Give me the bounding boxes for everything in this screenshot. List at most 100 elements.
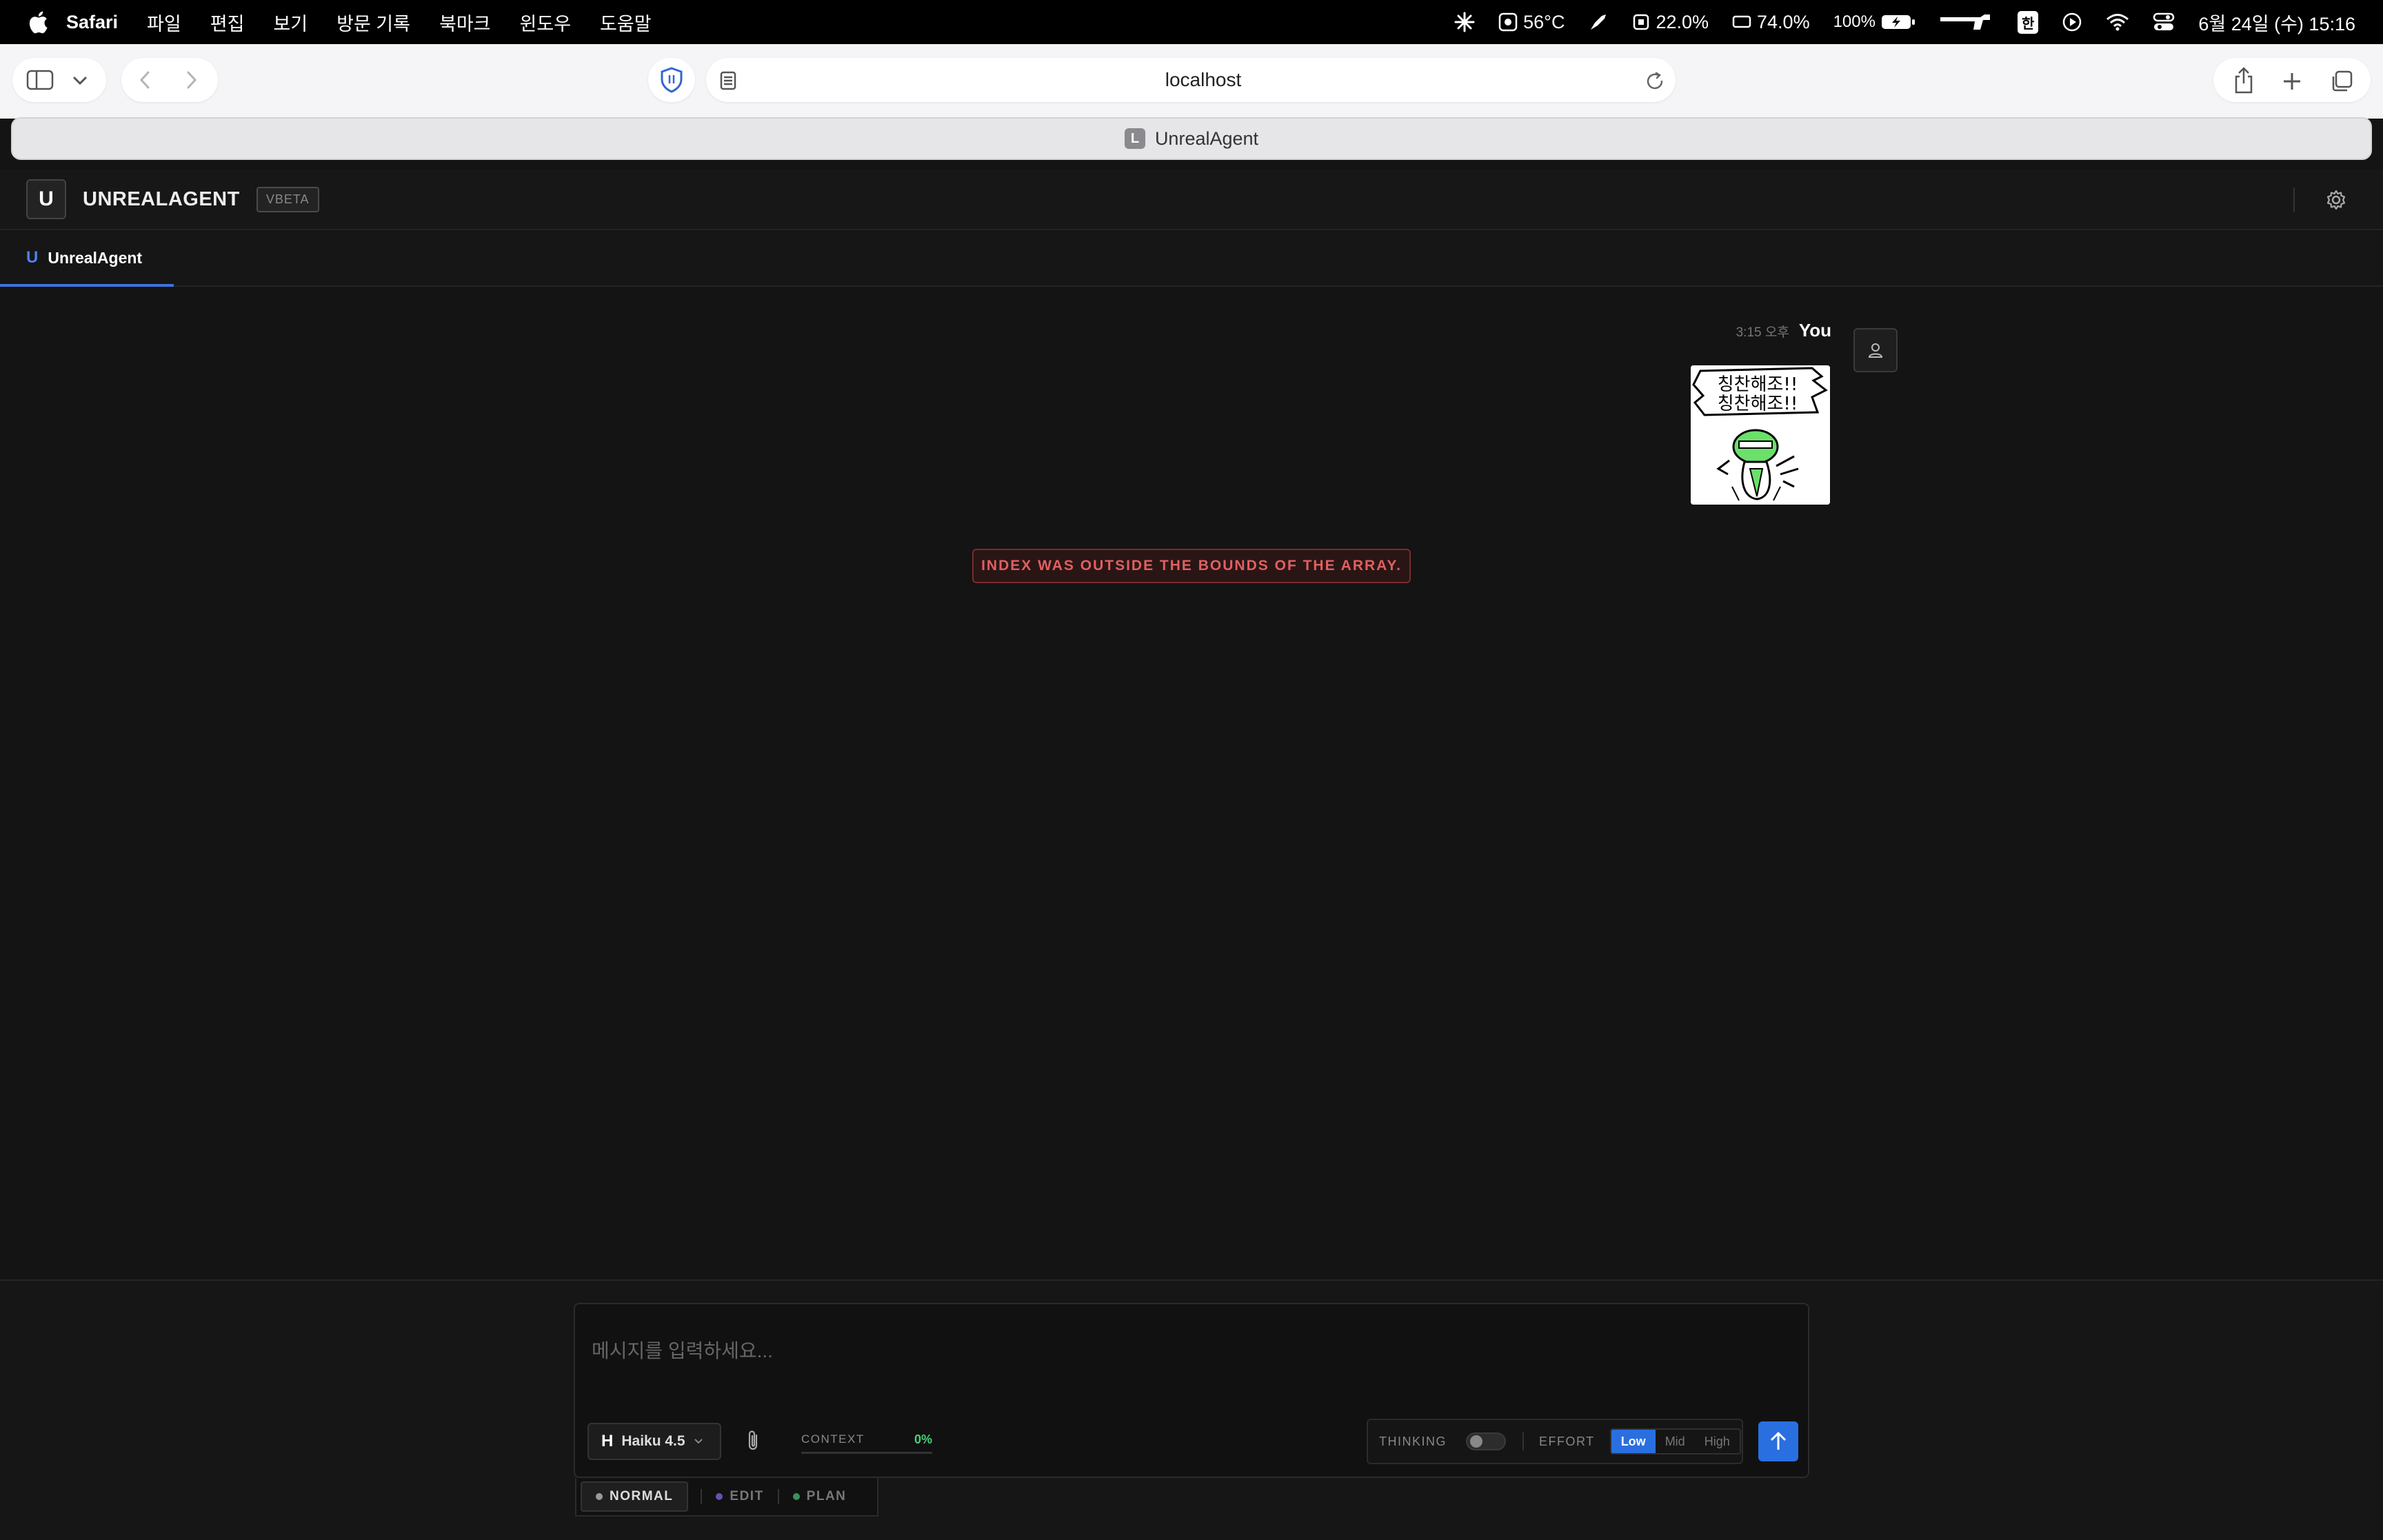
thinking-label: THINKING (1379, 1434, 1447, 1448)
user-icon (1868, 343, 1883, 358)
model-selector[interactable]: H Haiku 4.5 (587, 1423, 721, 1460)
composer-area: H Haiku 4.5 CONTEXT 0% THINKING EFFORT (0, 1279, 2383, 1540)
tab-label: UnrealAgent (48, 248, 143, 267)
menu-history[interactable]: 방문 기록 (336, 9, 410, 36)
context-percent: 0% (914, 1432, 932, 1446)
cpu-status[interactable]: 22.0% (1632, 12, 1709, 33)
new-tab-button[interactable] (2277, 66, 2307, 97)
header-divider (2293, 188, 2295, 212)
chevron-down-icon (73, 77, 87, 85)
app-header: U UNREALAGENT VBETA (0, 170, 2383, 230)
chevron-left-icon (139, 71, 150, 89)
gear-icon (2326, 190, 2346, 210)
share-button[interactable] (2229, 63, 2259, 98)
tab-group-menu-button[interactable] (68, 70, 92, 91)
cpu-icon (1633, 14, 1649, 30)
mode-edit[interactable]: EDIT (702, 1481, 777, 1512)
memory-status[interactable]: 74.0% (1732, 12, 1810, 33)
menu-view[interactable]: 보기 (273, 9, 308, 36)
user-avatar (1853, 328, 1898, 372)
menu-app-name[interactable]: Safari (66, 12, 118, 33)
menu-file[interactable]: 파일 (147, 9, 181, 36)
context-bar (801, 1452, 932, 1454)
arrow-up-icon (1770, 1432, 1787, 1450)
reload-icon (1647, 72, 1663, 90)
effort-selector: Low Mid High (1609, 1428, 1741, 1455)
back-button[interactable] (131, 68, 159, 92)
sticker-text-line-2: 칭찬해조!! (1718, 394, 1798, 414)
paperclip-icon (748, 1430, 758, 1450)
share-icon (2235, 67, 2253, 94)
tab-overview-icon (2332, 70, 2353, 92)
snowflake-icon[interactable] (1454, 12, 1475, 32)
gun-icon[interactable] (1939, 12, 1994, 32)
effort-option-mid[interactable]: Mid (1656, 1430, 1695, 1453)
settings-button[interactable] (2321, 185, 2351, 215)
message-author: You (1798, 320, 1831, 341)
sidebar-icon (26, 70, 54, 90)
agent-tab-bar: U UnrealAgent (0, 232, 2383, 287)
message-time: 3:15 오후 (1736, 325, 1789, 340)
app-window: U UNREALAGENT VBETA U UnrealAgent 3:15 오… (0, 170, 2383, 1540)
menu-bar-clock[interactable]: 6월 24일 (수) 15:16 (2198, 9, 2355, 36)
menu-bookmarks[interactable]: 북마크 (439, 9, 491, 36)
message-header: 3:15 오후 You (1655, 320, 1831, 341)
apple-icon[interactable] (28, 10, 48, 34)
mode-plan[interactable]: PLAN (779, 1481, 861, 1512)
app-name: UNREALAGENT (83, 188, 240, 210)
composer: H Haiku 4.5 CONTEXT 0% THINKING EFFORT (574, 1303, 1809, 1478)
effort-label: EFFORT (1539, 1434, 1595, 1448)
chevron-down-icon (694, 1439, 703, 1444)
version-badge: VBETA (256, 186, 319, 212)
sticker-image: 칭찬해조!! 칭찬해조!! (1691, 365, 1830, 505)
generation-controls: THINKING EFFORT Low Mid High (1367, 1419, 1743, 1464)
menu-edit[interactable]: 편집 (210, 9, 245, 36)
fan-icon (1498, 12, 1518, 32)
app-logo: U (26, 179, 66, 219)
mode-normal[interactable]: NORMAL (581, 1481, 689, 1512)
thinking-toggle[interactable] (1466, 1432, 1507, 1450)
sidebar-toggle-button[interactable] (23, 68, 57, 92)
shield-icon (661, 67, 683, 93)
battery-status[interactable]: 100% (1833, 12, 1916, 32)
battery-value: 100% (1833, 12, 1876, 31)
memory-value: 74.0% (1757, 11, 1810, 32)
message-input[interactable] (592, 1318, 1791, 1384)
temperature-status[interactable]: 56°C (1498, 12, 1565, 33)
mode-plan-dot (792, 1493, 800, 1500)
controls-divider (1522, 1432, 1525, 1450)
wifi-icon[interactable] (2106, 13, 2129, 31)
temperature-value: 56°C (1523, 11, 1565, 32)
menu-bar-status: 56°C 22.0% 74.0% 100% 한 6월 24일 (수) 15:16 (1454, 9, 2355, 36)
address-field[interactable]: localhost (731, 58, 1676, 102)
mode-edit-dot (716, 1493, 723, 1500)
effort-option-low[interactable]: Low (1611, 1430, 1656, 1453)
browser-toolbar: localhost (0, 44, 2383, 119)
privacy-report-button[interactable] (656, 66, 687, 94)
message-image-attachment[interactable]: 칭찬해조!! 칭찬해조!! (1691, 365, 1830, 505)
send-button[interactable] (1758, 1421, 1798, 1461)
menu-help[interactable]: 도움말 (600, 9, 652, 36)
tab-overview-button[interactable] (2326, 66, 2357, 97)
tab-icon: U (26, 248, 39, 267)
forward-button[interactable] (178, 68, 205, 92)
menu-window[interactable]: 윈도우 (520, 9, 572, 36)
mode-selector: NORMAL EDIT PLAN (575, 1478, 878, 1517)
control-center-icon[interactable] (2153, 12, 2175, 32)
effort-option-high[interactable]: High (1695, 1430, 1740, 1453)
play-circle-icon[interactable] (2062, 12, 2082, 32)
tab-unrealagent[interactable]: U UnrealAgent (0, 232, 174, 287)
cpu-value: 22.0% (1656, 11, 1709, 32)
mode-plan-label: PLAN (806, 1489, 847, 1503)
tab-title: UnrealAgent (1154, 128, 1259, 149)
mode-edit-label: EDIT (730, 1489, 764, 1503)
browser-tab[interactable]: L UnrealAgent (11, 117, 2372, 160)
model-icon: H (601, 1432, 614, 1450)
tab-favicon: L (1124, 128, 1145, 149)
context-meter: CONTEXT 0% (801, 1428, 932, 1456)
reload-button[interactable] (1641, 68, 1669, 95)
rocket-icon[interactable] (1588, 12, 1609, 32)
input-method-indicator[interactable]: 한 (2017, 10, 2039, 34)
attach-button[interactable] (738, 1426, 768, 1456)
memory-icon (1732, 15, 1751, 28)
